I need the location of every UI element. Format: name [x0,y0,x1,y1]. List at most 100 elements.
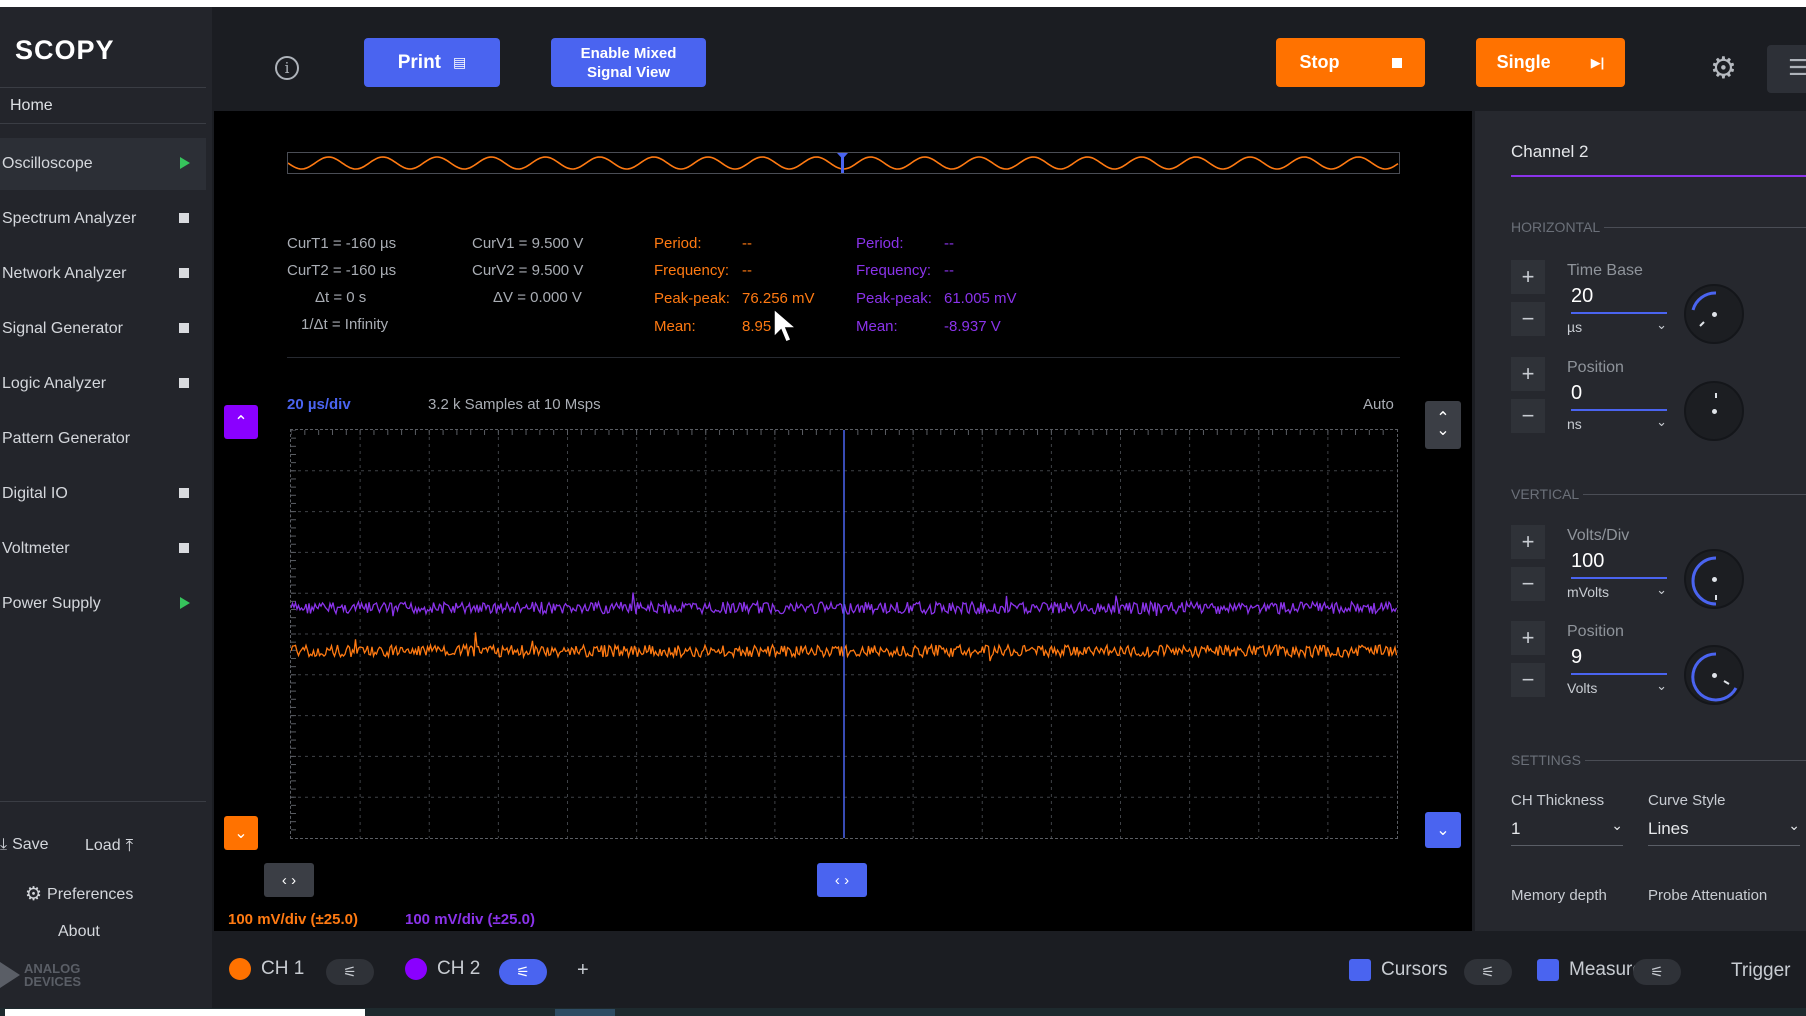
sidebar-item-pattern-generator[interactable]: Pattern Generator [0,413,206,465]
ch1-toggle[interactable]: CH 1 [229,958,304,980]
ch2-toggle[interactable]: CH 2 [405,958,480,980]
vposition-label: Position [1567,623,1624,640]
thickness-select[interactable]: 1 ⌄ [1511,817,1623,846]
save-button[interactable]: ⤓ Save [0,836,49,854]
sidebar-item-voltmeter[interactable]: Voltmeter [0,523,206,575]
delta-t-readout: Δt = 0 s [315,289,367,306]
memory-depth-label: Memory depth [1511,887,1607,904]
sidebar-item-spectrum-analyzer[interactable]: Spectrum Analyzer [0,193,206,245]
stopped-indicator-icon [179,268,189,278]
chevron-down-icon: ⌄ [1788,817,1800,833]
timebase-unit-select[interactable]: µs ⌄ [1567,317,1667,335]
trigger-position-handle[interactable]: ‹ › [817,863,867,897]
sidebar-divider [0,123,206,124]
voltsdiv-knob[interactable] [1684,549,1744,609]
preferences-button[interactable]: ⚙ Preferences [25,883,133,906]
enable-mixed-signal-button[interactable]: Enable Mixed Signal View [551,38,706,87]
print-button[interactable]: Print ▤ [364,38,500,87]
vposition-unit-select[interactable]: Volts ⌄ [1567,678,1667,696]
curv2-readout: CurV2 = 9.500 V [472,262,584,279]
ch2-scale-label: 100 mV/div (±25.0) [405,911,535,928]
hposition-plus-button[interactable]: + [1511,357,1545,391]
sidebar-item-label: Spectrum Analyzer [2,210,137,227]
load-button[interactable]: Load ⤒ [85,836,133,856]
mouse-pointer-icon [773,307,799,343]
measure-settings-button[interactable]: ⚟ [1633,959,1681,985]
running-indicator-icon [180,597,190,609]
taskbar [0,1008,1806,1016]
single-label: Single [1496,52,1551,72]
ch1-offset-button[interactable]: ⌄ [224,816,258,850]
vposition-minus-button[interactable]: − [1511,663,1545,697]
measure-toggle[interactable]: Measure [1537,959,1643,981]
horizontal-section-label: HORIZONTAL [1511,219,1601,235]
chevron-down-icon: ⌄ [1436,422,1450,439]
hposition-knob[interactable] [1684,381,1744,441]
sidebar-item-oscilloscope[interactable]: Oscilloscope [0,138,206,190]
hposition-minus-button[interactable]: − [1511,399,1545,433]
settings-gear-icon[interactable]: ⚙ [1710,51,1737,86]
oscilloscope-plot[interactable] [290,429,1398,839]
hposition-unit-select[interactable]: ns ⌄ [1567,414,1667,432]
plot-area: CurT1 = -160 µs CurT2 = -160 µs Δt = 0 s… [214,111,1472,931]
curve-style-select[interactable]: Lines ⌄ [1648,817,1800,846]
info-icon[interactable]: i [275,56,299,80]
channel-settings-panel: Channel 2 HORIZONTAL + − Time Base 20 µs… [1475,111,1806,931]
vposition-input[interactable]: 9 [1571,646,1667,675]
scopy-window: SCOPY Home Oscilloscope Spectrum Analyzer… [0,7,1806,1008]
sidebar-item-digital-io[interactable]: Digital IO [0,468,206,520]
single-button[interactable]: Single ▶| [1476,38,1625,87]
sidebar-item-power-supply[interactable]: Power Supply [0,578,206,630]
hposition-input[interactable]: 0 [1571,382,1667,411]
taskbar-app-tab[interactable] [555,1009,615,1016]
taskbar-app-tab[interactable] [5,1009,365,1016]
ch2-label: CH 2 [437,958,481,979]
ch2-mean-label: Mean: [856,318,898,335]
voltsdiv-input[interactable]: 100 [1571,550,1667,579]
load-icon: ⤒ [125,836,134,855]
timebase-knob[interactable] [1684,284,1744,344]
cursors-settings-button[interactable]: ⚟ [1464,959,1512,985]
ch2-frequency-label: Frequency: [856,262,932,279]
vposition-plus-button[interactable]: + [1511,621,1545,655]
voltsdiv-plus-button[interactable]: + [1511,525,1545,559]
horizontal-scroll-handle[interactable]: ‹ › [264,863,314,897]
menu-icon[interactable]: ☰ [1767,45,1806,93]
timebase-input[interactable]: 20 [1571,285,1667,314]
timebase-minus-button[interactable]: − [1511,302,1545,336]
measure-checkbox[interactable] [1537,959,1559,981]
cursors-checkbox[interactable] [1349,959,1371,981]
signal-overview[interactable] [287,152,1400,174]
ch2-peakpeak-label: Peak-peak: [856,290,932,307]
left-right-arrows-icon: ‹ › [281,871,297,889]
stop-label: Stop [1299,52,1340,72]
ch1-mean-label: Mean: [654,318,696,335]
voltsdiv-unit-select[interactable]: mVolts ⌄ [1567,582,1667,600]
cursors-toggle[interactable]: Cursors [1349,959,1448,981]
app-logo: SCOPY [15,35,115,65]
sidebar-item-logic-analyzer[interactable]: Logic Analyzer [0,358,206,410]
delta-v-readout: ΔV = 0.000 V [493,289,582,306]
stop-button[interactable]: Stop [1276,38,1425,87]
trigger-level-handle[interactable]: ⌃ ⌄ [1425,401,1461,449]
chevron-up-icon: ⌃ [234,414,248,431]
timebase-plus-button[interactable]: + [1511,260,1545,294]
voltsdiv-minus-button[interactable]: − [1511,567,1545,601]
ch1-settings-button[interactable]: ⚟ [326,959,374,985]
ch2-settings-button[interactable]: ⚟ [499,959,547,985]
add-channel-button[interactable]: + [577,959,589,982]
sidebar-item-label: Oscilloscope [2,155,93,172]
sidebar-item-network-analyzer[interactable]: Network Analyzer [0,248,206,300]
vposition-knob[interactable] [1684,645,1744,705]
plot-canvas [291,430,1397,838]
about-button[interactable]: About [58,923,100,941]
ch2-offset-up-button[interactable]: ⌃ [224,405,258,439]
voltsdiv-label: Volts/Div [1567,527,1630,544]
window-top-strip [0,0,1806,7]
ch1-peakpeak-value: 76.256 mV [742,290,815,307]
home-link[interactable]: Home [10,97,53,115]
trigger-down-button[interactable]: ⌄ [1425,812,1461,848]
sidebar-divider [0,801,206,802]
trigger-toggle[interactable]: Trigger [1731,960,1790,982]
sidebar-item-signal-generator[interactable]: Signal Generator [0,303,206,355]
